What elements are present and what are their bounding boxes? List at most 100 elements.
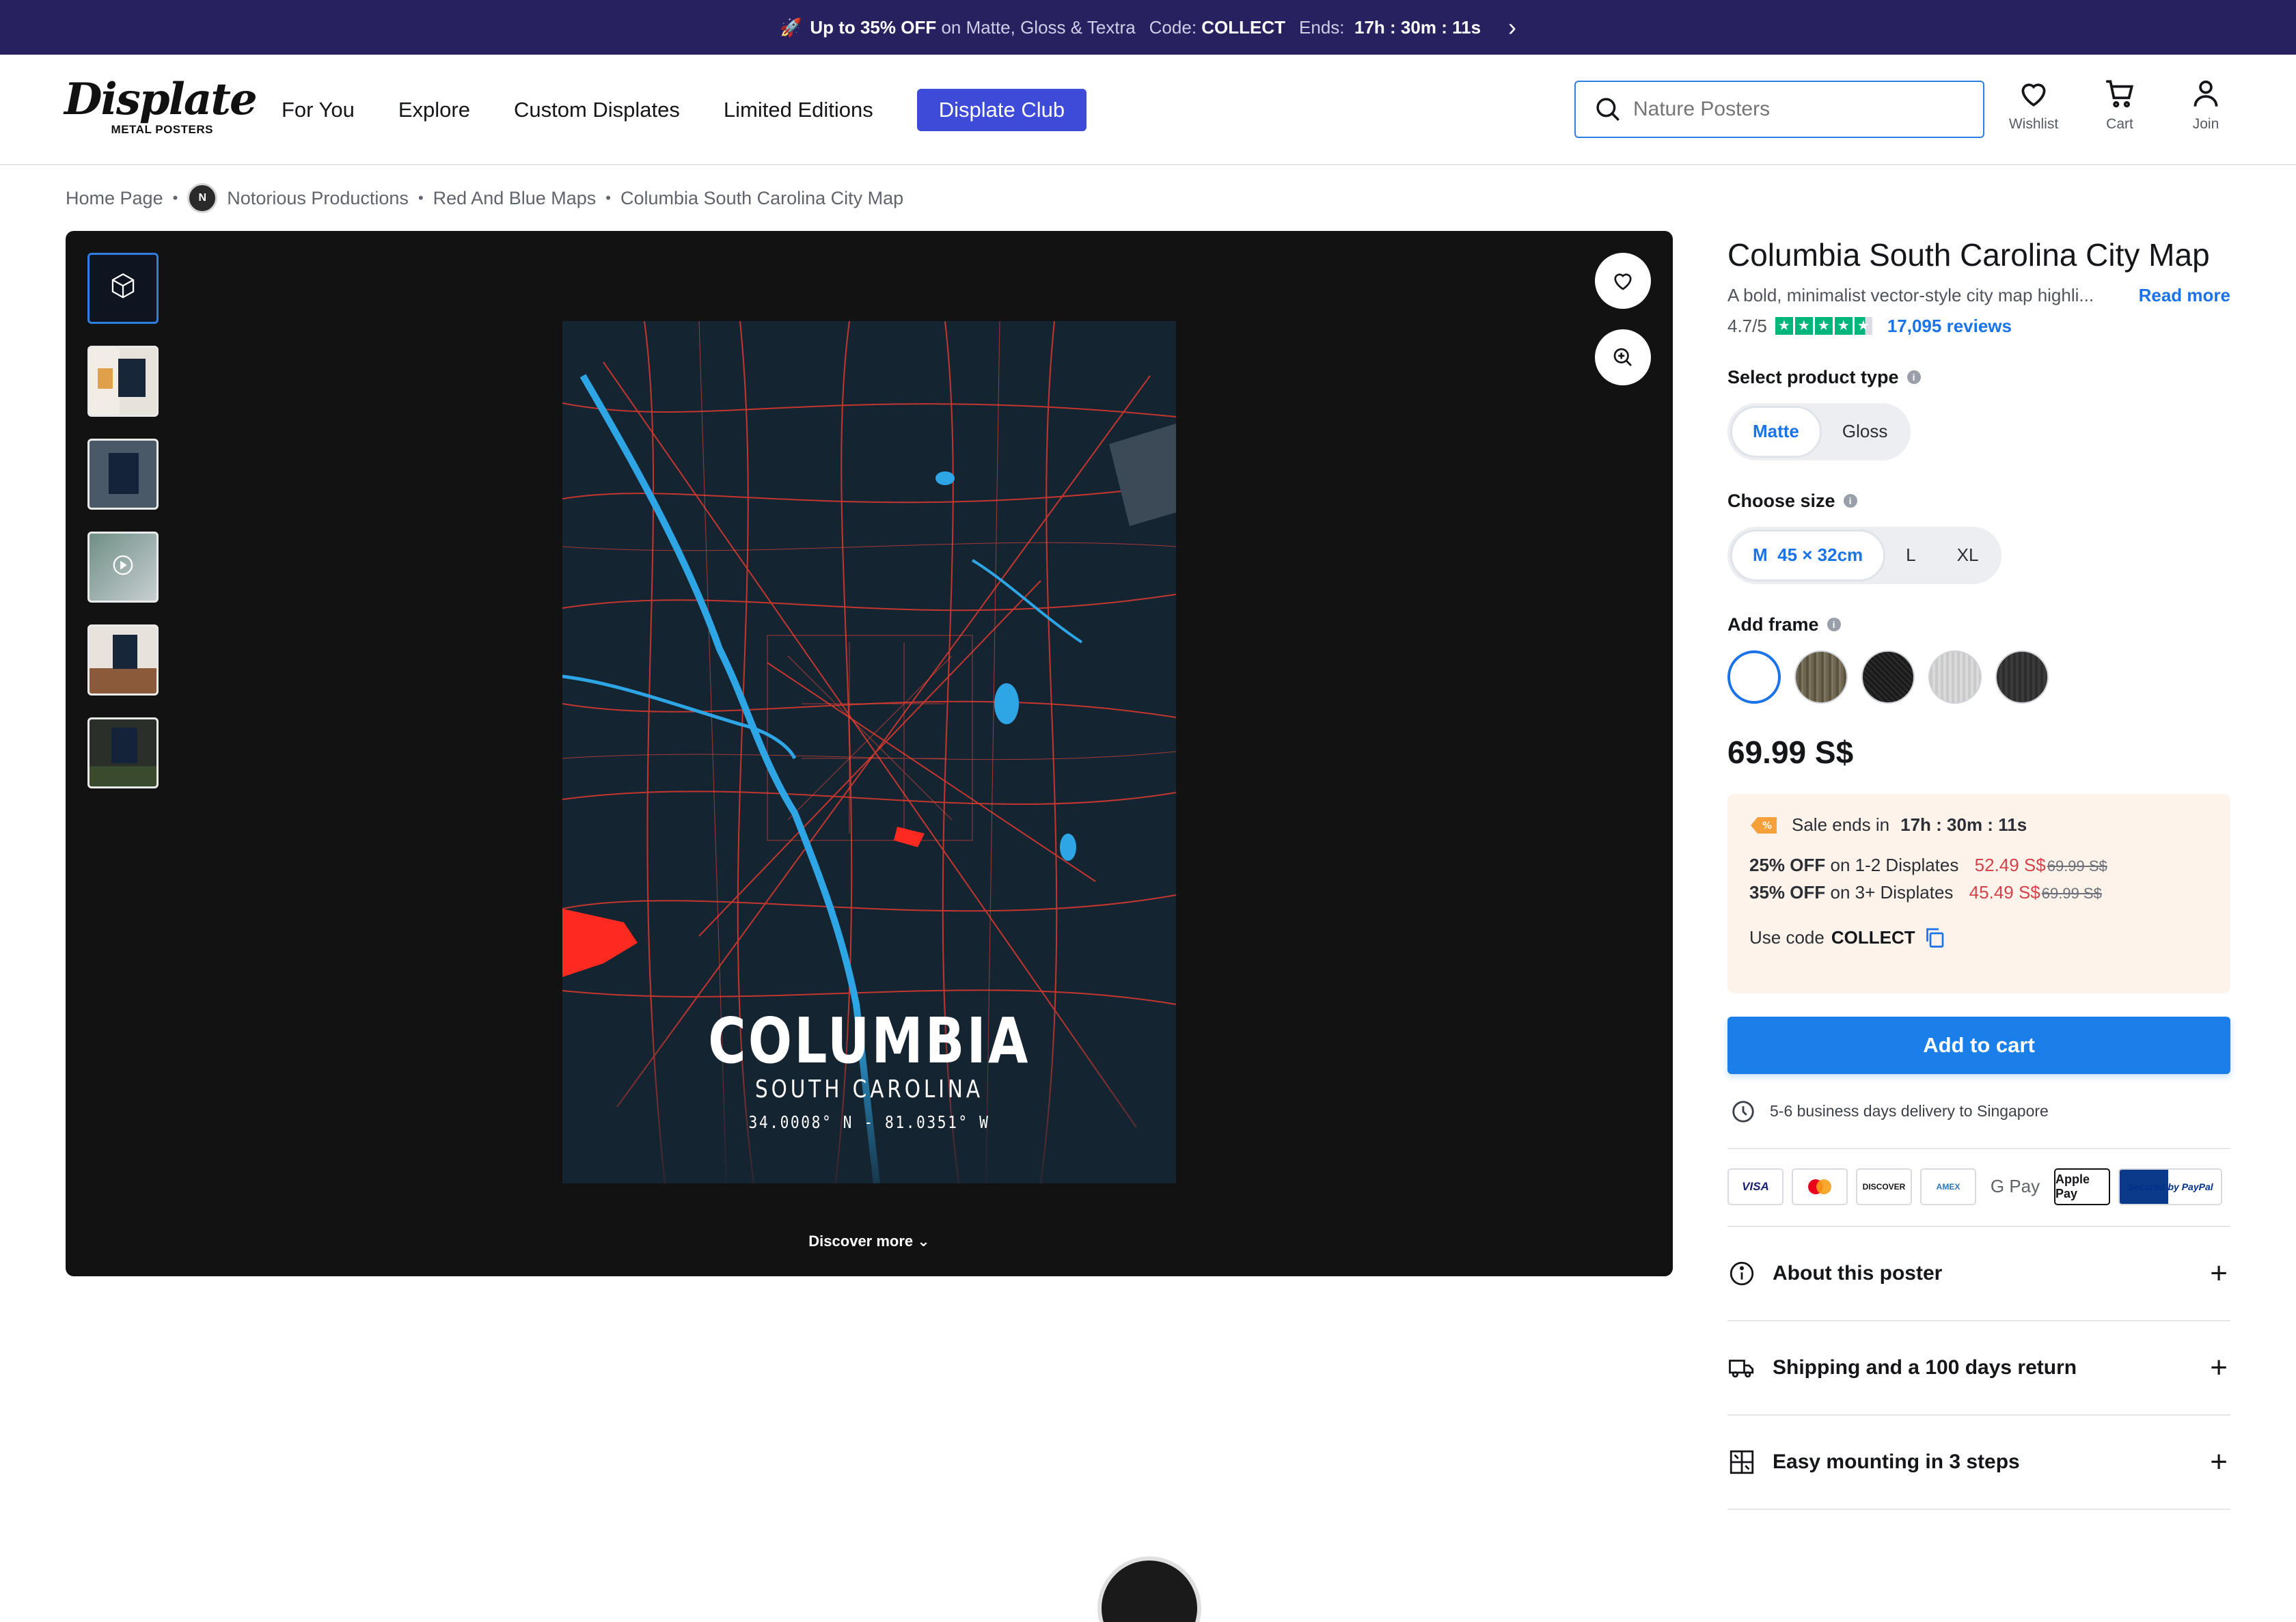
frame-label: Add frame i (1727, 614, 2230, 635)
payment-methods: VISA DISCOVER AMEX G Pay Apple Pay Secur… (1727, 1147, 2230, 1227)
thumbnail-1[interactable] (87, 253, 159, 324)
delivery-text: 5-6 business days delivery to Singapore (1770, 1102, 2049, 1121)
product-type-label: Select product type i (1727, 367, 2230, 388)
product-price: 69.99 S$ (1727, 734, 1854, 770)
rating-row: 4.7/5 ★ ★ ★ ★ ★ 17,095 reviews (1727, 316, 2230, 337)
promo-code-label: Code: (1149, 16, 1197, 38)
poster-image[interactable]: COLUMBIA SOUTH CAROLINA 34.0008° N - 81.… (562, 321, 1176, 1183)
thumbnail-strip (87, 253, 159, 810)
breadcrumb-current: Columbia South Carolina City Map (620, 187, 904, 208)
sale-seconds: 11s (1998, 814, 2027, 836)
svg-text:%: % (1762, 821, 1772, 831)
thumbnail-4-video[interactable] (87, 532, 159, 603)
breadcrumb-separator: • (172, 189, 178, 206)
reviews-link[interactable]: 17,095 reviews (1887, 316, 2012, 337)
star-icon: ★ (1834, 317, 1853, 335)
add-to-cart-button[interactable]: Add to cart (1727, 1016, 2230, 1074)
site-header: Displate METAL POSTERS For You Explore C… (0, 55, 2296, 165)
breadcrumb-artist[interactable]: Notorious Productions (227, 188, 409, 209)
cart-button[interactable]: Cart (2092, 77, 2147, 133)
type-option-matte[interactable]: Matte (1730, 405, 1822, 458)
user-icon (2194, 80, 2218, 107)
accordion-shipping[interactable]: Shipping and a 100 days return + (1727, 1321, 2230, 1416)
promo-code-row: Use code COLLECT (1749, 925, 2209, 950)
header-actions: Wishlist Cart Join (2006, 77, 2233, 133)
artist-avatar[interactable]: N (187, 183, 218, 213)
zoom-button[interactable] (1595, 329, 1651, 385)
info-icon[interactable]: i (1906, 370, 1921, 385)
info-icon[interactable]: i (1843, 494, 1857, 508)
plus-icon: + (2210, 1256, 2228, 1290)
thumbnail-3[interactable] (87, 439, 159, 510)
thumbnail-2[interactable] (87, 346, 159, 417)
logo-word: Displate (64, 74, 258, 125)
sale-ends-label: Sale ends in (1792, 814, 1890, 836)
visa-icon: VISA (1727, 1168, 1784, 1205)
promo-code: COLLECT (1831, 926, 1915, 948)
tier2-original-price: 69.99 S$ (2041, 884, 2102, 902)
cart-label: Cart (2106, 116, 2133, 132)
poster-coordinates: 34.0008° N - 81.0351° W (748, 1112, 990, 1132)
mounting-icon (1730, 1450, 1754, 1474)
size-option-m[interactable]: M 45 × 32cm (1730, 529, 1886, 581)
paypal-icon: Secured by PayPal (2118, 1168, 2222, 1205)
sale-box: % Sale ends in 17h : 30m : 11s 25% OFF o… (1727, 793, 2230, 993)
promo-bar[interactable]: 🚀 Up to 35% OFF on Matte, Gloss & Textra… (0, 0, 2296, 55)
info-circle-icon (1730, 1261, 1754, 1285)
rocket-icon: 🚀 (779, 16, 802, 38)
nav-for-you[interactable]: For You (282, 98, 355, 122)
frame-option-black[interactable] (1861, 650, 1915, 704)
displate-logo[interactable]: Displate METAL POSTERS (64, 74, 258, 139)
sale-minutes: : 30m : (1936, 814, 1993, 836)
join-button[interactable]: Join (2178, 77, 2233, 133)
search-input[interactable] (1633, 98, 1961, 121)
product-gallery: COLUMBIA SOUTH CAROLINA 34.0008° N - 81.… (66, 231, 1673, 1276)
tier2-condition: on 3+ Displates (1830, 881, 1954, 903)
artist-badge-logo[interactable] (1097, 1556, 1201, 1622)
star-icon: ★ (1794, 317, 1813, 335)
heart-icon (1614, 273, 1632, 290)
thumbnail-6[interactable] (87, 717, 159, 788)
product-type-selector: Matte Gloss (1727, 402, 1911, 461)
breadcrumb-separator: • (605, 189, 611, 206)
size-option-l[interactable]: L (1885, 530, 1936, 581)
tier1-original-price: 69.99 S$ (2047, 857, 2107, 875)
logo-subtitle: METAL POSTERS (111, 123, 213, 136)
use-code-label: Use code (1749, 926, 1824, 948)
wishlist-toggle-button[interactable] (1595, 253, 1651, 309)
size-option-xl[interactable]: XL (1937, 530, 1999, 581)
nav-limited-editions[interactable]: Limited Editions (724, 98, 873, 122)
zoom-in-icon (1613, 348, 1632, 366)
nav-explore[interactable]: Explore (398, 98, 470, 122)
accordion-about-label: About this poster (1773, 1261, 1943, 1284)
nav-custom-displates[interactable]: Custom Displates (514, 98, 680, 122)
accordion-about[interactable]: About this poster + (1727, 1227, 2230, 1321)
copy-icon[interactable] (1922, 925, 1947, 950)
frame-option-graphite[interactable] (1995, 650, 2049, 704)
sale-timer-row: % Sale ends in 17h : 30m : 11s (1749, 814, 2209, 836)
frame-option-oak[interactable] (1794, 650, 1848, 704)
discover-more-button[interactable]: Discover more ⌄ (66, 1233, 1673, 1250)
accordion-mounting[interactable]: Easy mounting in 3 steps + (1727, 1416, 2230, 1510)
tier1-percent: 25% OFF (1749, 854, 1826, 875)
tier1-condition: on 1-2 Displates (1830, 854, 1959, 875)
breadcrumb-collection[interactable]: Red And Blue Maps (433, 188, 597, 209)
size-label-text: Choose size (1727, 490, 1835, 511)
frame-option-silver[interactable] (1928, 650, 1982, 704)
rating-score: 4.7/5 (1727, 315, 1767, 336)
displate-club-button[interactable]: Displate Club (916, 89, 1087, 131)
accordion-mounting-label: Easy mounting in 3 steps (1773, 1450, 2020, 1473)
info-icon[interactable]: i (1827, 618, 1841, 632)
wishlist-button[interactable]: Wishlist (2006, 77, 2061, 133)
read-more-link[interactable]: Read more (2139, 285, 2230, 306)
type-option-gloss[interactable]: Gloss (1822, 406, 1908, 458)
product-panel: Columbia South Carolina City Map A bold,… (1727, 231, 2230, 1510)
poster-city: COLUMBIA (708, 1004, 1030, 1077)
thumbnail-5[interactable] (87, 624, 159, 696)
breadcrumb-home[interactable]: Home Page (66, 188, 163, 209)
size-selector: M 45 × 32cm L XL (1727, 526, 2002, 584)
search-box[interactable] (1574, 81, 1984, 138)
chevron-right-icon[interactable]: › (1508, 15, 1516, 40)
frame-option-none[interactable] (1727, 650, 1781, 704)
plus-icon: + (2210, 1350, 2228, 1384)
